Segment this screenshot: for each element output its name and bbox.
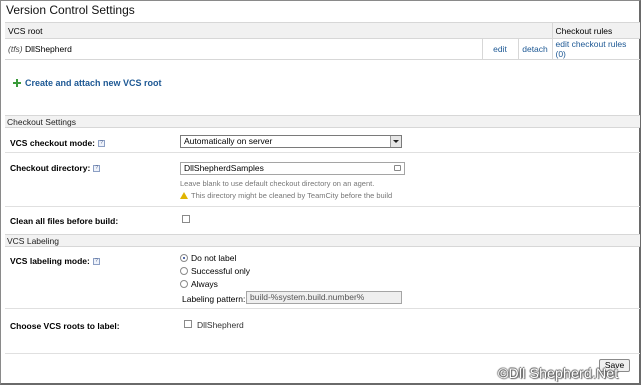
checkout-directory-input[interactable]: DllShepherdSamples bbox=[180, 162, 405, 175]
table-header-row: VCS root Checkout rules bbox=[5, 22, 640, 39]
divider bbox=[5, 308, 640, 309]
radio-always[interactable]: Always bbox=[180, 279, 218, 289]
radio-button[interactable] bbox=[180, 254, 188, 262]
checkout-mode-label: VCS checkout mode: ? bbox=[10, 138, 106, 148]
vcs-labeling-header: VCS Labeling bbox=[5, 234, 640, 247]
column-header-vcs-root: VCS root bbox=[5, 22, 552, 39]
help-icon[interactable]: ? bbox=[98, 139, 106, 147]
create-vcs-root-label: Create and attach new VCS root bbox=[25, 78, 162, 88]
vcs-root-type: (tfs) bbox=[8, 44, 23, 54]
checkout-directory-label: Checkout directory: ? bbox=[10, 163, 101, 173]
labeling-pattern-label: Labeling pattern: bbox=[182, 294, 246, 304]
column-header-checkout-rules: Checkout rules bbox=[551, 22, 640, 39]
labeling-pattern-input[interactable]: build-%system.build.number% bbox=[246, 291, 402, 304]
vcs-root-label-name: DllShepherd bbox=[197, 320, 244, 330]
clean-files-checkbox[interactable] bbox=[182, 215, 190, 223]
help-icon[interactable]: ? bbox=[93, 164, 101, 172]
table-row: (tfs) DllShepherd edit detach edit check… bbox=[5, 38, 640, 60]
clean-files-label: Clean all files before build: bbox=[10, 216, 119, 226]
vcs-root-name: DllShepherd bbox=[25, 44, 72, 54]
divider bbox=[5, 206, 640, 207]
vcs-roots-table: VCS root Checkout rules (tfs) DllShepher… bbox=[5, 22, 640, 60]
browse-icon[interactable] bbox=[394, 165, 401, 171]
create-vcs-root-link[interactable]: Create and attach new VCS root bbox=[13, 78, 162, 88]
divider bbox=[5, 152, 640, 153]
checkout-directory-value: DllShepherdSamples bbox=[184, 163, 264, 173]
chevron-down-icon[interactable] bbox=[390, 136, 401, 147]
divider bbox=[5, 353, 640, 354]
checkout-mode-select[interactable]: Automatically on server bbox=[180, 135, 402, 148]
radio-label: Always bbox=[191, 279, 218, 289]
checkout-directory-warning: This directory might be cleaned by TeamC… bbox=[180, 191, 392, 200]
page-title: Version Control Settings bbox=[6, 3, 135, 17]
detach-vcs-root-link[interactable]: detach bbox=[522, 44, 548, 54]
help-icon[interactable]: ? bbox=[92, 257, 100, 265]
radio-do-not-label[interactable]: Do not label bbox=[180, 253, 236, 263]
checkout-directory-label-text: Checkout directory: bbox=[10, 163, 91, 173]
labeling-pattern-value: build-%system.build.number% bbox=[250, 292, 365, 302]
radio-successful-only[interactable]: Successful only bbox=[180, 266, 250, 276]
edit-checkout-rules-link[interactable]: edit checkout rules (0) bbox=[556, 39, 627, 59]
vcs-root-label-checkbox[interactable] bbox=[184, 320, 192, 328]
plus-icon bbox=[13, 79, 21, 87]
labeling-mode-label: VCS labeling mode: ? bbox=[10, 256, 100, 266]
labeling-mode-label-text: VCS labeling mode: bbox=[10, 256, 90, 266]
radio-button[interactable] bbox=[180, 280, 188, 288]
warning-icon bbox=[180, 192, 188, 199]
checkout-mode-value: Automatically on server bbox=[184, 136, 273, 146]
radio-button[interactable] bbox=[180, 267, 188, 275]
radio-label: Successful only bbox=[191, 266, 251, 276]
edit-vcs-root-link[interactable]: edit bbox=[493, 44, 507, 54]
settings-panel: Version Control Settings VCS root Checko… bbox=[0, 0, 641, 385]
copyright-watermark: ©Dll Shepherd.Net bbox=[498, 365, 619, 381]
vcs-roots-to-label-label: Choose VCS roots to label: bbox=[10, 321, 120, 331]
warning-text: This directory might be cleaned by TeamC… bbox=[191, 191, 393, 200]
checkout-directory-note: Leave blank to use default checkout dire… bbox=[180, 179, 375, 188]
checkout-mode-label-text: VCS checkout mode: bbox=[10, 138, 96, 148]
checkout-settings-header: Checkout Settings bbox=[5, 115, 640, 128]
radio-label: Do not label bbox=[191, 253, 237, 263]
vcs-root-cell: (tfs) DllShepherd bbox=[5, 38, 482, 60]
